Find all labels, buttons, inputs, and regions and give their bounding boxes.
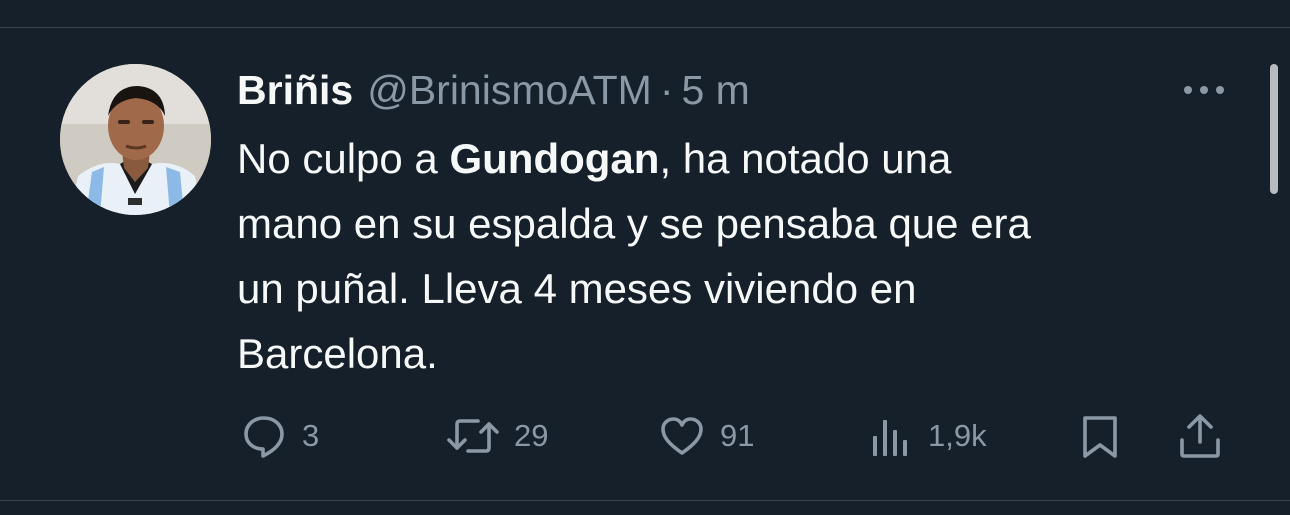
share-button[interactable] [1176, 410, 1224, 462]
retweet-button[interactable]: 29 [446, 410, 548, 462]
display-name[interactable]: Briñis [237, 67, 353, 114]
heart-icon [658, 412, 706, 460]
views-button[interactable]: 1,9k [866, 410, 987, 462]
retweet-count: 29 [514, 418, 549, 453]
tweet-text-bold: Gundogan [449, 135, 660, 182]
retweet-icon [446, 412, 500, 460]
tweet-screen: Briñis @BrinismoATM · 5 m No culpo a Gun… [0, 0, 1290, 515]
bookmark-icon [1076, 412, 1124, 460]
like-button[interactable]: 91 [658, 410, 754, 462]
tweet-text-line: No culpo a Gundogan, ha notado una [237, 126, 1227, 191]
share-icon [1176, 412, 1224, 460]
reply-icon [240, 412, 288, 460]
reply-count: 3 [302, 418, 320, 453]
tweet-text-line: mano en su espalda y se pensaba que era [237, 200, 1031, 247]
bottom-divider [0, 500, 1290, 501]
tweet-text-segment: No culpo a [237, 135, 450, 182]
views-icon [866, 412, 914, 460]
tweet-text-line: Barcelona. [237, 330, 438, 377]
like-count: 91 [720, 418, 755, 453]
bookmark-button[interactable] [1076, 410, 1124, 462]
views-count: 1,9k [928, 418, 987, 453]
timestamp[interactable]: 5 m [681, 67, 749, 114]
action-bar: 3 29 91 1,9k [0, 410, 1290, 462]
handle[interactable]: @BrinismoATM [367, 67, 652, 114]
separator-dot: · [659, 66, 674, 113]
scrollbar[interactable] [1270, 64, 1278, 194]
top-divider [0, 27, 1290, 28]
more-icon[interactable] [1180, 78, 1228, 102]
tweet-header: Briñis @BrinismoATM · 5 m [237, 64, 750, 116]
tweet-text-segment: , ha notado una [659, 135, 952, 182]
reply-button[interactable]: 3 [240, 410, 319, 462]
avatar[interactable] [60, 64, 211, 215]
tweet-text: No culpo a Gundogan, ha notado una mano … [237, 126, 1227, 386]
tweet-text-line: un puñal. Lleva 4 meses viviendo en [237, 265, 917, 312]
